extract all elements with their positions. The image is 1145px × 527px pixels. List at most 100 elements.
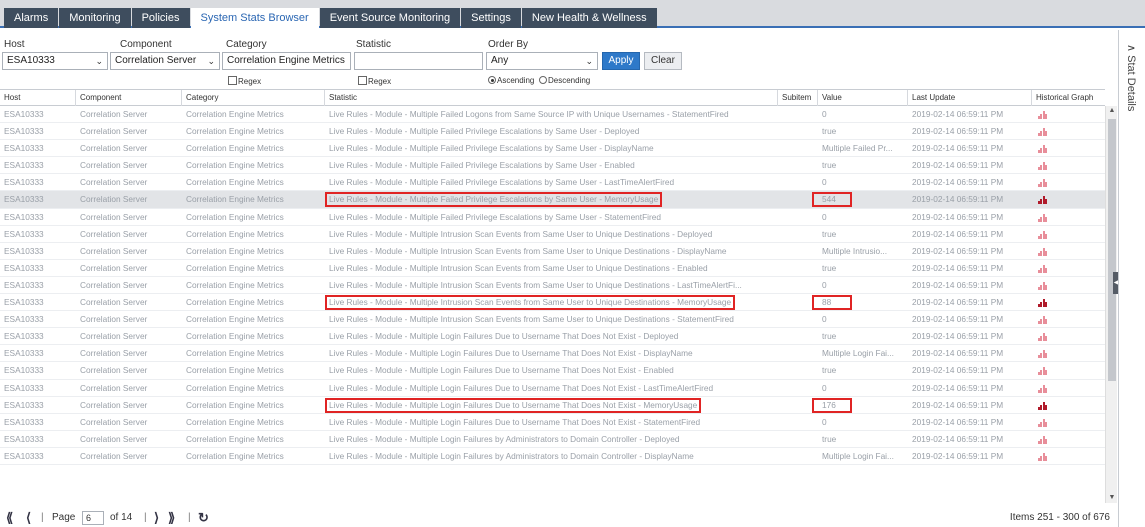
cell-host: ESA10333 <box>4 177 44 188</box>
column-header-value[interactable]: Value <box>818 90 908 106</box>
component-select[interactable]: Correlation Server ⌄ <box>110 52 220 70</box>
bar-chart-icon[interactable] <box>1038 196 1047 205</box>
table-row[interactable]: ESA10333 Correlation Server Correlation En… <box>0 191 1105 209</box>
cell-category: Correlation Engine Metrics <box>186 331 284 342</box>
bar-chart-icon[interactable] <box>1038 162 1047 171</box>
column-header-component[interactable]: Component <box>76 90 182 106</box>
tab-event-source-monitoring[interactable]: Event Source Monitoring <box>319 8 461 28</box>
scroll-up-icon[interactable]: ▲ <box>1106 106 1118 116</box>
cell-subitem <box>778 226 818 243</box>
column-header-subitem[interactable]: Subitem <box>778 90 818 106</box>
tab-new-health-wellness[interactable]: New Health & Wellness <box>521 8 657 28</box>
table-row[interactable]: ESA10333 Correlation Server Correlation En… <box>0 174 1105 192</box>
statistic-input[interactable] <box>354 52 483 70</box>
tab-monitoring[interactable]: Monitoring <box>59 8 131 28</box>
apply-button[interactable]: Apply <box>602 52 640 70</box>
cell-updated: 2019-02-14 06:59:11 PM <box>912 126 1004 137</box>
bar-chart-icon[interactable] <box>1038 179 1047 188</box>
cell-component: Correlation Server <box>80 433 148 444</box>
order-by-select[interactable]: Any ⌄ <box>486 52 598 70</box>
stat-details-panel[interactable]: ∧ Stat Details <box>1118 30 1145 527</box>
bar-chart-icon[interactable] <box>1038 435 1047 444</box>
tab-settings[interactable]: Settings <box>461 8 521 28</box>
table-row[interactable]: ESA10333 Correlation Server Correlation En… <box>0 123 1105 141</box>
category-input[interactable]: Correlation Engine Metrics <box>222 52 351 70</box>
tab-alarms[interactable]: Alarms <box>4 8 59 28</box>
bar-chart-icon[interactable] <box>1038 247 1047 256</box>
table-row[interactable]: ESA10333 Correlation Server Correlation En… <box>0 311 1105 329</box>
bar-chart-icon[interactable] <box>1038 452 1047 461</box>
table-row[interactable]: ESA10333 Correlation Server Correlation En… <box>0 260 1105 277</box>
cell-subitem <box>778 311 818 328</box>
refresh-icon[interactable]: ↻ <box>198 511 209 525</box>
bar-chart-icon[interactable] <box>1038 350 1047 359</box>
cell-value: 176 <box>822 399 836 410</box>
bar-chart-icon[interactable] <box>1038 384 1047 393</box>
scrollbar-thumb[interactable] <box>1108 119 1116 381</box>
cell-component: Correlation Server <box>80 297 148 308</box>
table-row[interactable]: ESA10333 Correlation Server Correlation En… <box>0 362 1105 380</box>
table-row[interactable]: ESA10333 Correlation Server Correlation En… <box>0 414 1105 431</box>
host-select[interactable]: ESA10333 ⌄ <box>2 52 108 70</box>
bar-chart-icon[interactable] <box>1038 316 1047 325</box>
table-row[interactable]: ESA10333 Correlation Server Correlation En… <box>0 328 1105 346</box>
bar-chart-icon[interactable] <box>1038 230 1047 239</box>
table-row[interactable]: ESA10333 Correlation Server Correlation En… <box>0 106 1105 124</box>
bar-chart-icon[interactable] <box>1038 111 1047 119</box>
tab-system-stats-browser[interactable]: System Stats Browser <box>190 8 319 28</box>
table-row[interactable]: ESA10333 Correlation Server Correlation En… <box>0 209 1105 226</box>
bar-chart-icon[interactable] <box>1038 128 1047 137</box>
tab-policies[interactable]: Policies <box>131 8 190 28</box>
cell-updated: 2019-02-14 06:59:11 PM <box>912 143 1004 154</box>
cell-component: Correlation Server <box>80 450 148 461</box>
chevron-left-icon[interactable]: ⟨ <box>26 511 31 525</box>
chevron-right-icon[interactable]: ⟩ <box>154 511 159 525</box>
checkbox-icon <box>228 76 237 85</box>
bar-chart-icon[interactable] <box>1038 213 1047 222</box>
stat-details-label: Stat Details <box>1125 55 1137 112</box>
cell-updated: 2019-02-14 06:59:11 PM <box>912 279 1004 290</box>
column-header-last-update[interactable]: Last Update <box>908 90 1032 106</box>
bar-chart-icon[interactable] <box>1038 281 1047 290</box>
double-chevron-left-icon[interactable]: ⟪ <box>6 511 13 525</box>
table-row[interactable]: ESA10333 Correlation Server Correlation En… <box>0 345 1105 363</box>
cell-statistic: Live Rules - Module - Multiple Intrusion… <box>329 314 734 325</box>
table-row[interactable]: ESA10333 Correlation Server Correlation En… <box>0 157 1105 175</box>
cell-updated: 2019-02-14 06:59:11 PM <box>912 228 1004 239</box>
stat-details-title[interactable]: ∧ Stat Details <box>1125 44 1138 111</box>
column-header-historical-graph[interactable]: Historical Graph <box>1032 90 1105 106</box>
table-row[interactable]: ESA10333 Correlation Server Correlation En… <box>0 431 1105 448</box>
bar-chart-icon[interactable] <box>1038 367 1047 376</box>
column-header-host[interactable]: Host <box>0 90 76 106</box>
clear-button[interactable]: Clear <box>644 52 682 70</box>
table-row[interactable]: ESA10333 Correlation Server Correlation En… <box>0 380 1105 397</box>
bar-chart-icon[interactable] <box>1038 264 1047 273</box>
bar-chart-icon[interactable] <box>1038 401 1047 410</box>
table-row[interactable]: ESA10333 Correlation Server Correlation En… <box>0 277 1105 295</box>
table-row[interactable]: ESA10333 Correlation Server Correlation En… <box>0 448 1105 465</box>
bar-chart-icon[interactable] <box>1038 418 1047 427</box>
vertical-scrollbar[interactable]: ▲ ▼ <box>1105 106 1117 503</box>
bar-chart-icon[interactable] <box>1038 299 1047 308</box>
bar-chart-icon[interactable] <box>1038 145 1047 154</box>
table-row[interactable]: ESA10333 Correlation Server Correlation En… <box>0 243 1105 260</box>
scroll-down-icon[interactable]: ▼ <box>1106 493 1118 503</box>
page-number-input[interactable]: 6 <box>82 511 104 525</box>
double-chevron-right-icon[interactable]: ⟫ <box>168 511 175 525</box>
filter-bar: Host ESA10333 ⌄ Component Correlation Se… <box>0 28 1118 88</box>
table-row[interactable]: ESA10333 Correlation Server Correlation En… <box>0 226 1105 243</box>
column-header-category[interactable]: Category <box>182 90 325 106</box>
statistic-regex-label: Regex <box>368 77 392 86</box>
statistic-regex-checkbox[interactable]: Regex <box>358 76 391 87</box>
column-header-statistic[interactable]: Statistic <box>325 90 778 106</box>
ascending-radio[interactable]: Ascending <box>488 76 534 86</box>
descending-radio[interactable]: Descending <box>539 76 590 86</box>
bar-chart-icon[interactable] <box>1038 333 1047 342</box>
table-row[interactable]: ESA10333 Correlation Server Correlation En… <box>0 140 1105 158</box>
table-row[interactable]: ESA10333 Correlation Server Correlation En… <box>0 294 1105 312</box>
table-row[interactable]: ESA10333 Correlation Server Correlation En… <box>0 397 1105 414</box>
cell-category: Correlation Engine Metrics <box>186 365 284 376</box>
cell-statistic: Live Rules - Module - Multiple Intrusion… <box>329 279 742 290</box>
cell-host: ESA10333 <box>4 245 44 256</box>
category-regex-checkbox[interactable]: Regex <box>228 76 261 87</box>
